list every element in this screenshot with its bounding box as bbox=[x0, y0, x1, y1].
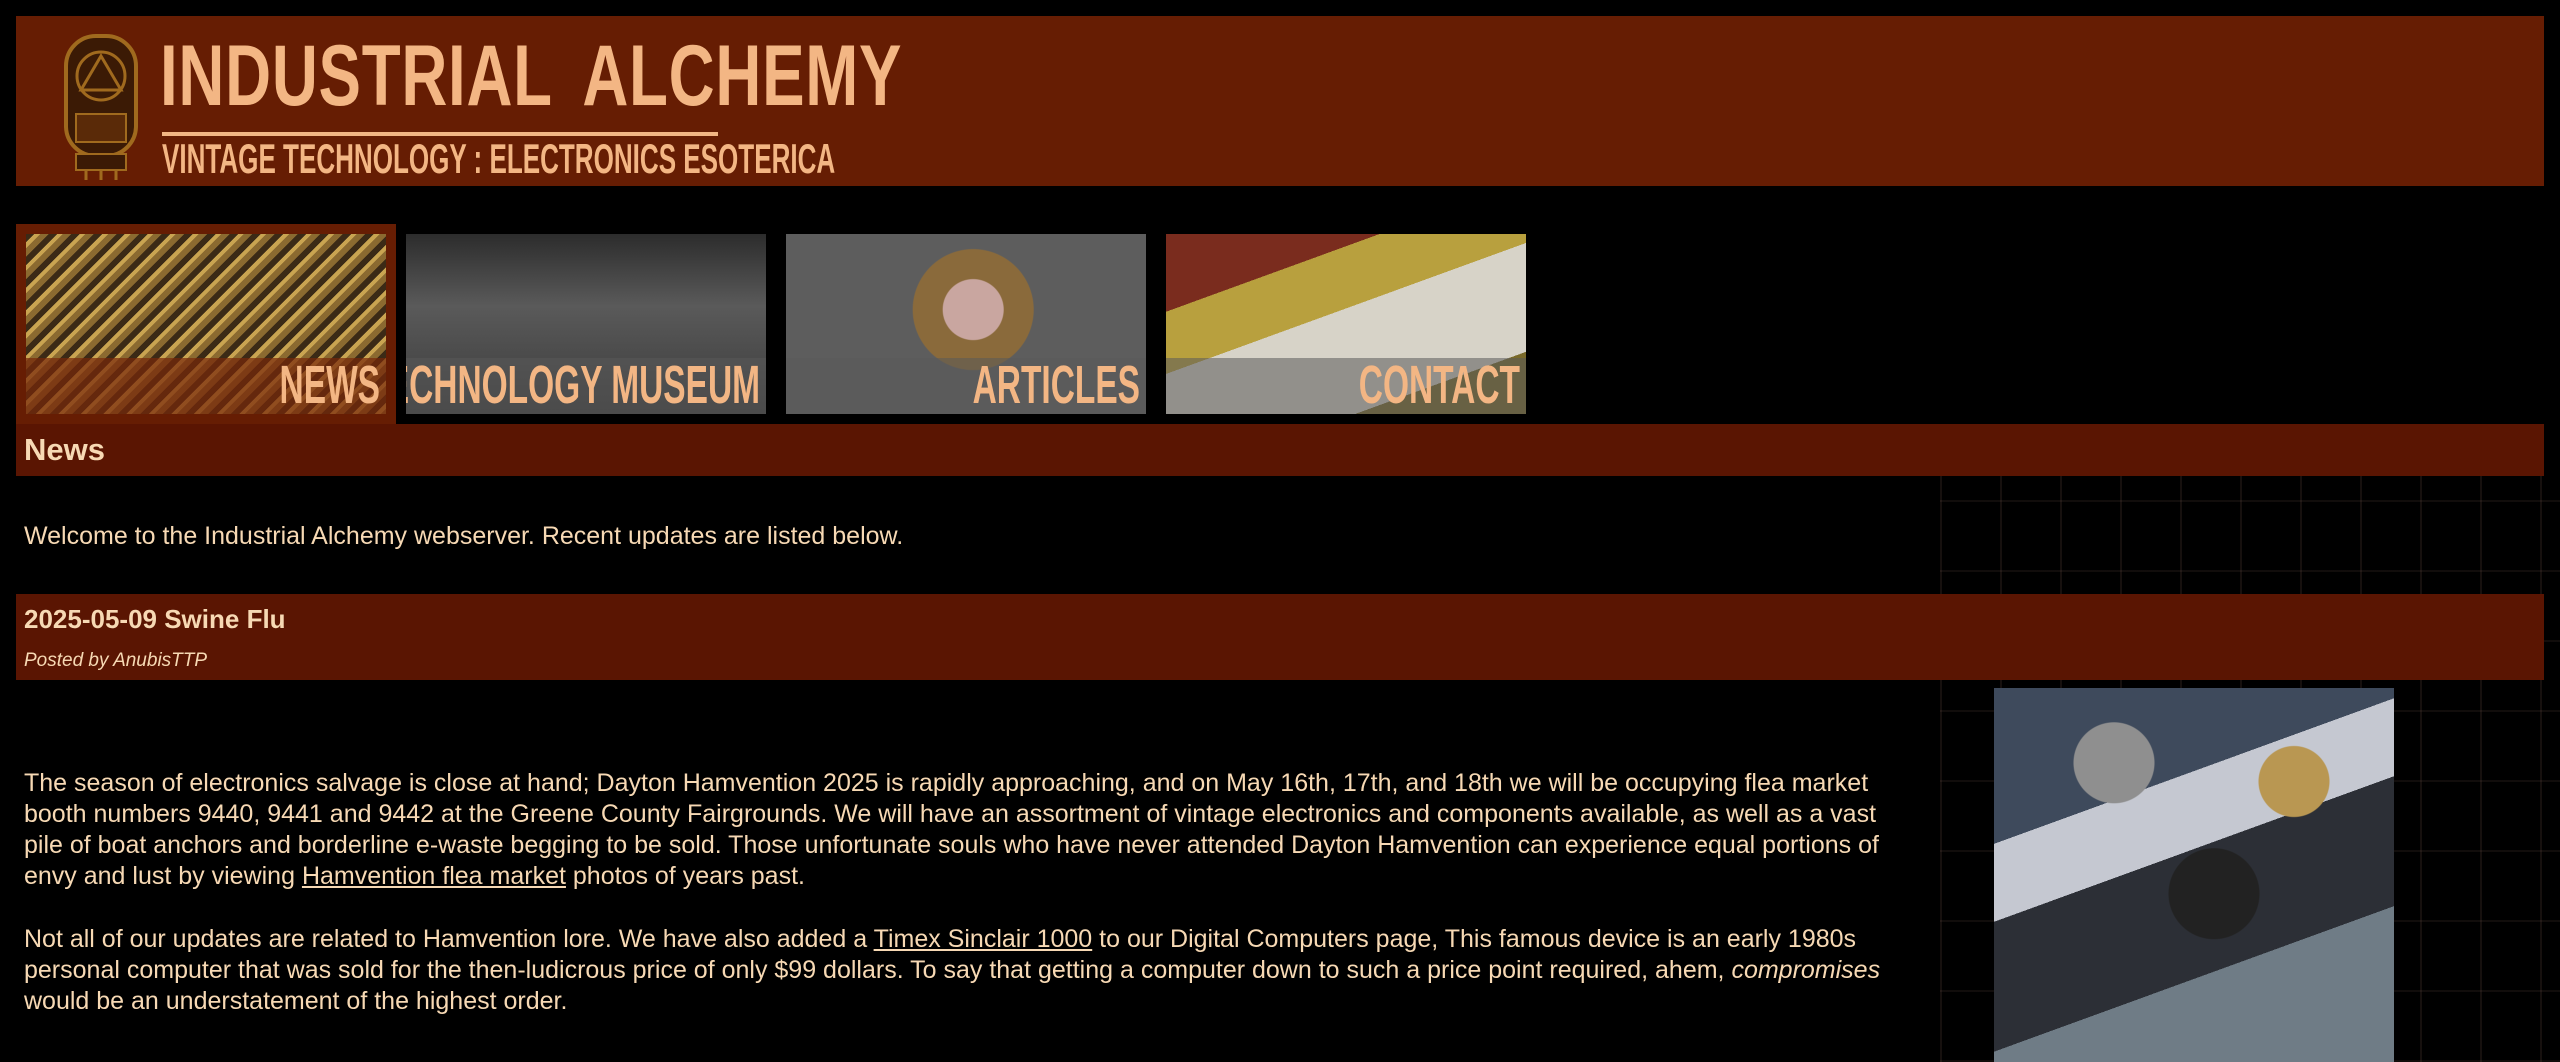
nav-label-technology-museum: TECHNOLOGY MUSEUM bbox=[406, 355, 760, 414]
nav-tile-articles[interactable]: ARTICLES bbox=[786, 234, 1146, 414]
post-paragraph: The season of electronics salvage is clo… bbox=[24, 768, 1884, 892]
post-text: would be an understatement of the highes… bbox=[24, 987, 568, 1015]
post-paragraph: Not all of our updates are related to Ha… bbox=[24, 924, 1884, 1017]
nav-tile-technology-museum[interactable]: TECHNOLOGY MUSEUM bbox=[406, 234, 766, 414]
timex-sinclair-1000-link[interactable]: Timex Sinclair 1000 bbox=[874, 925, 1093, 953]
hamvention-photo bbox=[1994, 688, 2394, 1062]
post-text: Not all of our updates are related to Ha… bbox=[24, 925, 874, 953]
post-header: 2025-05-09 Swine Flu Posted by AnubisTTP bbox=[16, 594, 2544, 680]
post-text: photos of years past. bbox=[565, 862, 805, 890]
hamvention-flea-market-link[interactable]: Hamvention flea market bbox=[302, 862, 566, 890]
section-title: News bbox=[24, 432, 105, 467]
vacuum-tube-logo-icon bbox=[64, 34, 138, 180]
post-title: 2025-05-09 Swine Flu bbox=[24, 604, 286, 634]
nav-label-contact: CONTACT bbox=[1358, 355, 1520, 414]
post-body: The season of electronics salvage is clo… bbox=[24, 768, 1884, 1049]
welcome-text: Welcome to the Industrial Alchemy webser… bbox=[24, 522, 904, 550]
nav-label-news: NEWS bbox=[279, 355, 380, 414]
site-title-left: INDUSTRIAL bbox=[160, 28, 553, 124]
site-title-right: ALCHEMY bbox=[582, 28, 903, 124]
nav-tile-contact[interactable]: CONTACT bbox=[1166, 234, 1526, 414]
post-author: Posted by AnubisTTP bbox=[24, 650, 208, 671]
site-title: INDUSTRIAL ALCHEMY bbox=[160, 30, 902, 122]
nav-tile-news[interactable]: NEWS bbox=[26, 234, 386, 414]
post-emphasis: compromises bbox=[1731, 956, 1881, 984]
news-section-header: News bbox=[16, 424, 2544, 476]
site-subtitle: VINTAGE TECHNOLOGY : ELECTRONICS ESOTERI… bbox=[162, 135, 836, 182]
nav-label-articles: ARTICLES bbox=[972, 355, 1140, 414]
site-header: INDUSTRIAL ALCHEMY VINTAGE TECHNOLOGY : E… bbox=[16, 16, 2544, 186]
